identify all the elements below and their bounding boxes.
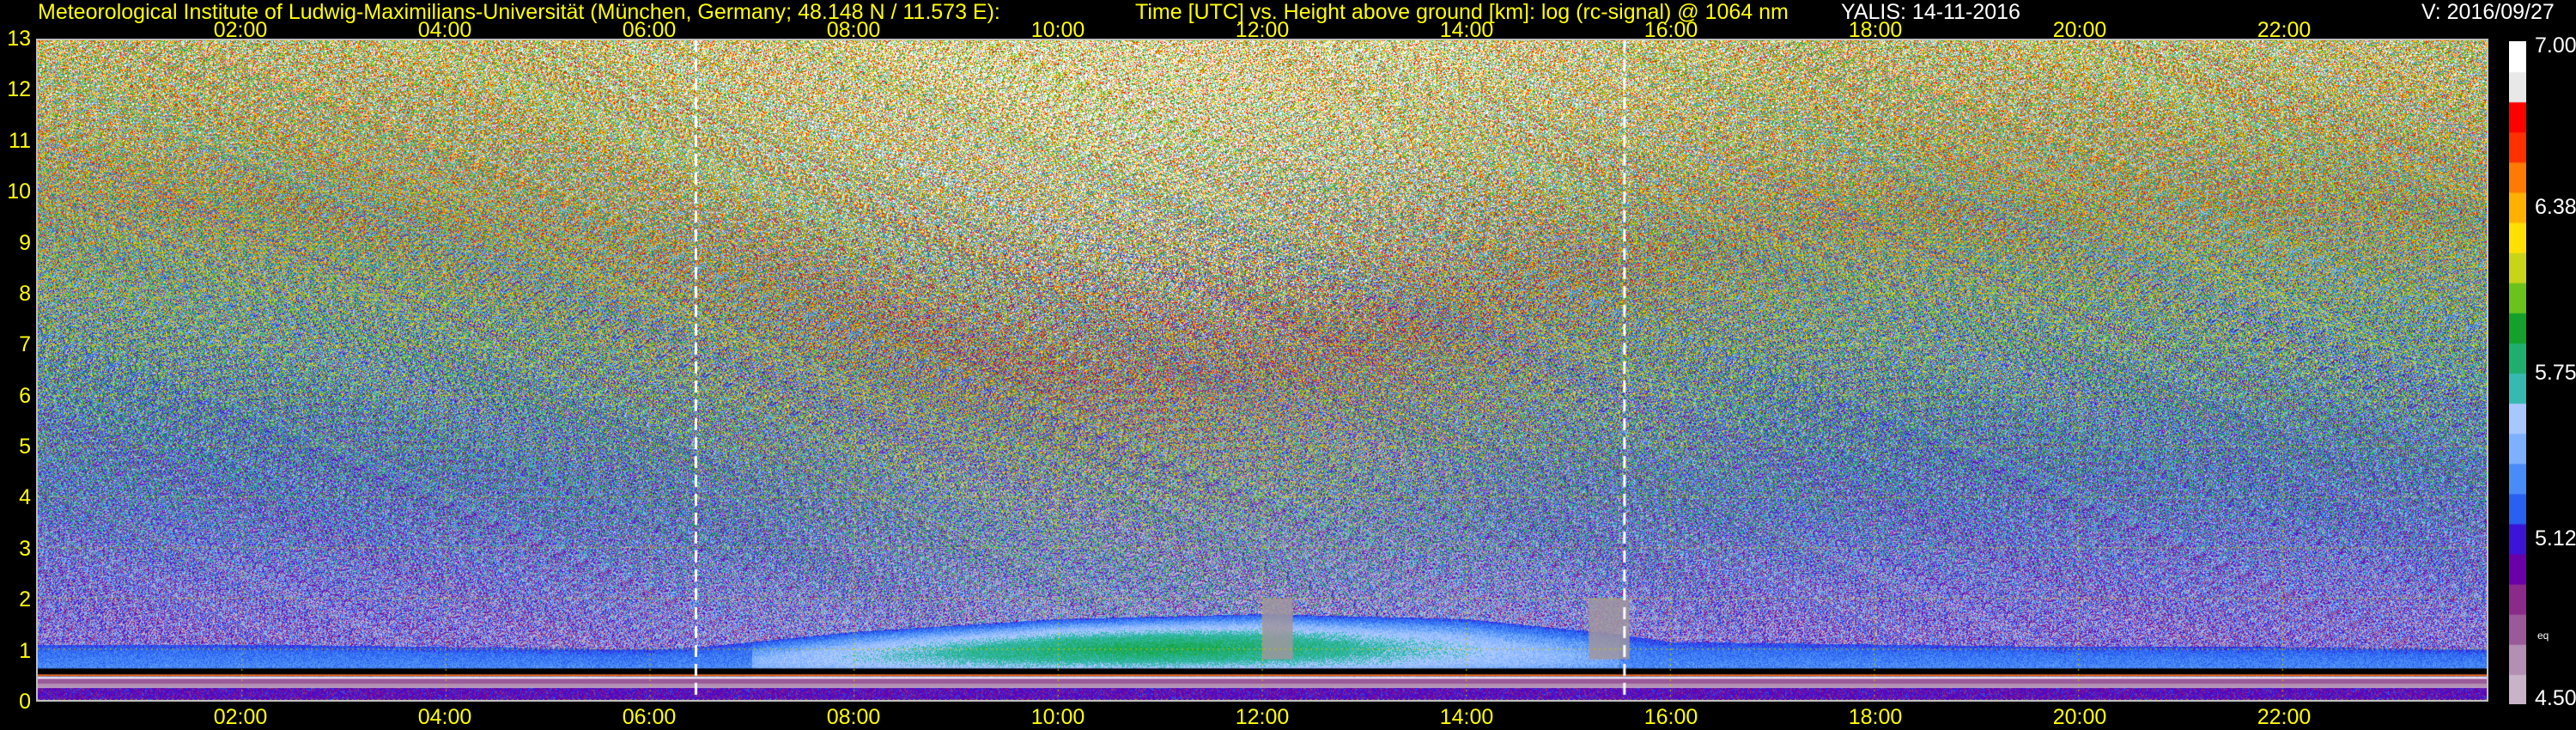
x-tick-label: 12:00 [1235, 705, 1290, 729]
x-tick-label: 04:00 [417, 18, 472, 42]
lidar-heatmap [38, 40, 2487, 700]
y-tick-label: 7 [19, 332, 31, 357]
colorbar-tick-label: 4.50 [2535, 686, 2576, 710]
y-tick-label: 6 [19, 383, 31, 408]
x-tick-label: 20:00 [2052, 18, 2107, 42]
x-tick-label: 18:00 [1848, 705, 1903, 729]
x-tick-label: 10:00 [1030, 705, 1085, 729]
y-tick-label: 4 [19, 485, 31, 510]
x-tick-label: 06:00 [622, 705, 677, 729]
x-tick-label: 16:00 [1643, 18, 1698, 42]
colorbar-tick-label: 5.75 [2535, 361, 2576, 385]
colorbar-unit: eq [2537, 630, 2549, 642]
x-tick-label: 14:00 [1439, 705, 1494, 729]
y-tick-label: 9 [19, 230, 31, 255]
y-tick-label: 5 [19, 435, 31, 459]
x-tick-label: 06:00 [622, 18, 677, 42]
y-tick-label: 8 [19, 281, 31, 306]
quicklook-plot [36, 39, 2488, 702]
x-tick-label: 20:00 [2052, 705, 2107, 729]
x-tick-label: 16:00 [1643, 705, 1698, 729]
x-tick-label: 12:00 [1235, 18, 1290, 42]
y-tick-label: 11 [9, 128, 31, 153]
y-tick-label: 3 [19, 536, 31, 561]
y-tick-label: 12 [7, 77, 31, 102]
x-tick-label: 18:00 [1848, 18, 1903, 42]
x-tick-label: 02:00 [213, 705, 268, 729]
colorbar-tick-label: 7.00 [2535, 33, 2576, 58]
x-tick-label: 08:00 [826, 705, 881, 729]
y-tick-label: 0 [19, 690, 31, 714]
y-tick-label: 13 [7, 27, 31, 51]
x-tick-label: 22:00 [2257, 18, 2312, 42]
x-tick-label: 08:00 [826, 18, 881, 42]
y-tick-label: 1 [19, 638, 31, 663]
x-tick-label: 10:00 [1030, 18, 1085, 42]
x-tick-label: 02:00 [213, 18, 268, 42]
version-label: V: 2016/09/27 [2421, 0, 2555, 24]
colorbar-tick-label: 5.12 [2535, 526, 2576, 551]
colorbar [2509, 41, 2526, 704]
colorbar-tick-label: 6.38 [2535, 195, 2576, 219]
y-tick-label: 2 [19, 587, 31, 612]
x-tick-label: 14:00 [1439, 18, 1494, 42]
x-tick-label: 04:00 [417, 705, 472, 729]
x-tick-label: 22:00 [2257, 705, 2312, 729]
y-tick-label: 10 [7, 179, 31, 204]
